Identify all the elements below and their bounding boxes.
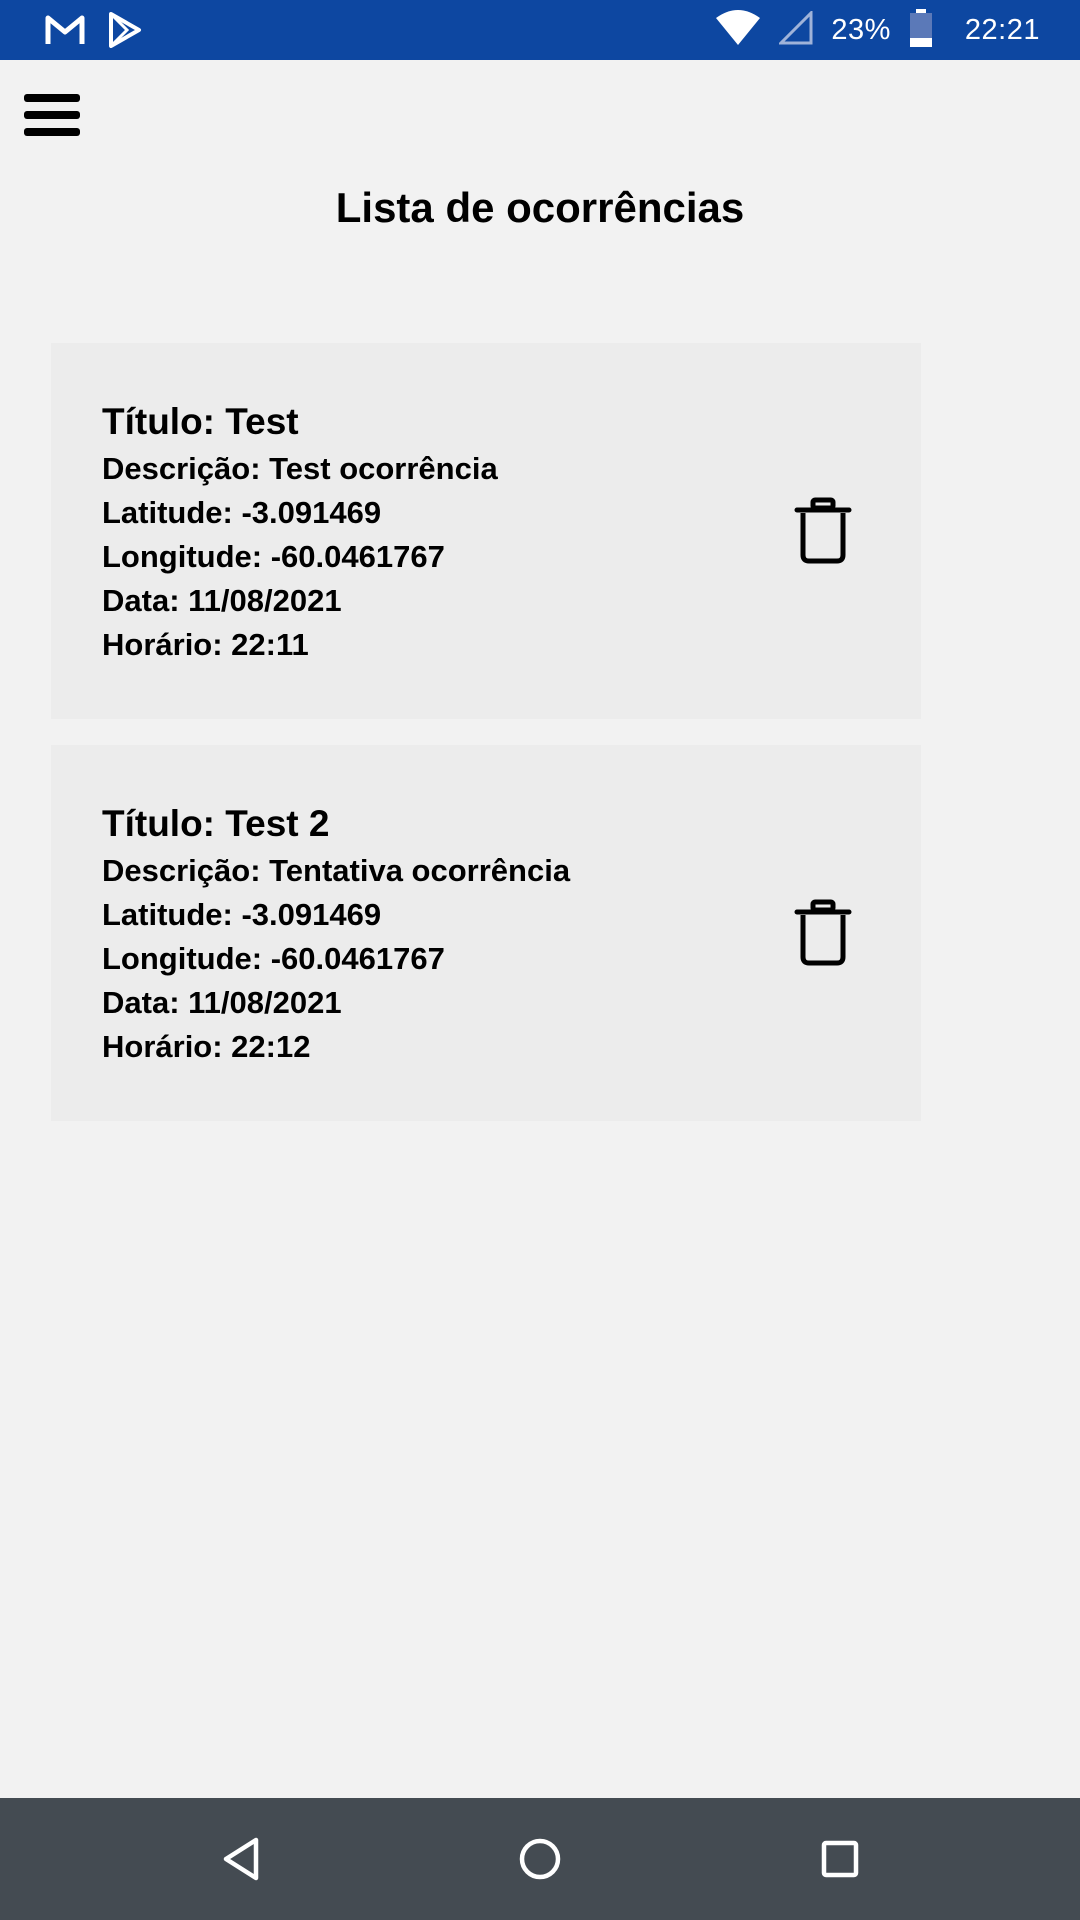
status-bar: 23% 22:21	[0, 0, 1080, 60]
occurrence-card: Título: Test 2 Descrição: Tentativa ocor…	[51, 745, 921, 1121]
back-button[interactable]	[218, 1834, 268, 1884]
home-icon	[515, 1838, 565, 1888]
occurrence-longitude: Longitude: -60.0461767	[102, 941, 445, 976]
recents-icon	[815, 1840, 865, 1888]
occurrence-longitude: Longitude: -60.0461767	[102, 539, 445, 574]
gmail-icon	[44, 14, 86, 51]
back-icon	[218, 1837, 268, 1888]
battery-icon	[909, 8, 933, 53]
occurrence-card: Título: Test Descrição: Test ocorrência …	[51, 343, 921, 719]
wifi-icon	[715, 9, 761, 51]
cell-signal-icon	[777, 8, 813, 50]
play-store-icon	[108, 12, 142, 53]
occurrence-date: Data: 11/08/2021	[102, 985, 342, 1020]
battery-percent: 23%	[831, 13, 891, 46]
notification-icons	[44, 12, 142, 53]
occurrence-description: Descrição: Tentativa ocorrência	[102, 853, 571, 888]
trash-icon	[791, 497, 855, 569]
occurrence-latitude: Latitude: -3.091469	[102, 495, 382, 530]
system-indicators: 23% 22:21	[715, 0, 1040, 60]
menu-button[interactable]	[24, 94, 80, 136]
home-button[interactable]	[515, 1834, 565, 1884]
occurrence-latitude: Latitude: -3.091469	[102, 897, 382, 932]
occurrence-title: Título: Test 2	[102, 803, 330, 844]
occurrence-details: Título: Test 2 Descrição: Tentativa ocor…	[102, 801, 570, 1069]
occurrence-time: Horário: 22:12	[102, 1029, 311, 1064]
occurrence-date: Data: 11/08/2021	[102, 583, 342, 618]
occurrence-details: Título: Test Descrição: Test ocorrência …	[102, 399, 498, 667]
occurrence-title: Título: Test	[102, 401, 299, 442]
page-title: Lista de ocorrências	[335, 184, 745, 231]
occurrence-description: Descrição: Test ocorrência	[102, 451, 498, 486]
delete-button[interactable]	[791, 899, 855, 967]
recents-button[interactable]	[815, 1834, 865, 1884]
trash-icon	[791, 899, 855, 971]
occurrence-time: Horário: 22:11	[102, 627, 309, 662]
delete-button[interactable]	[791, 497, 855, 565]
status-time: 22:21	[964, 13, 1040, 46]
system-nav-bar	[0, 1798, 1080, 1920]
